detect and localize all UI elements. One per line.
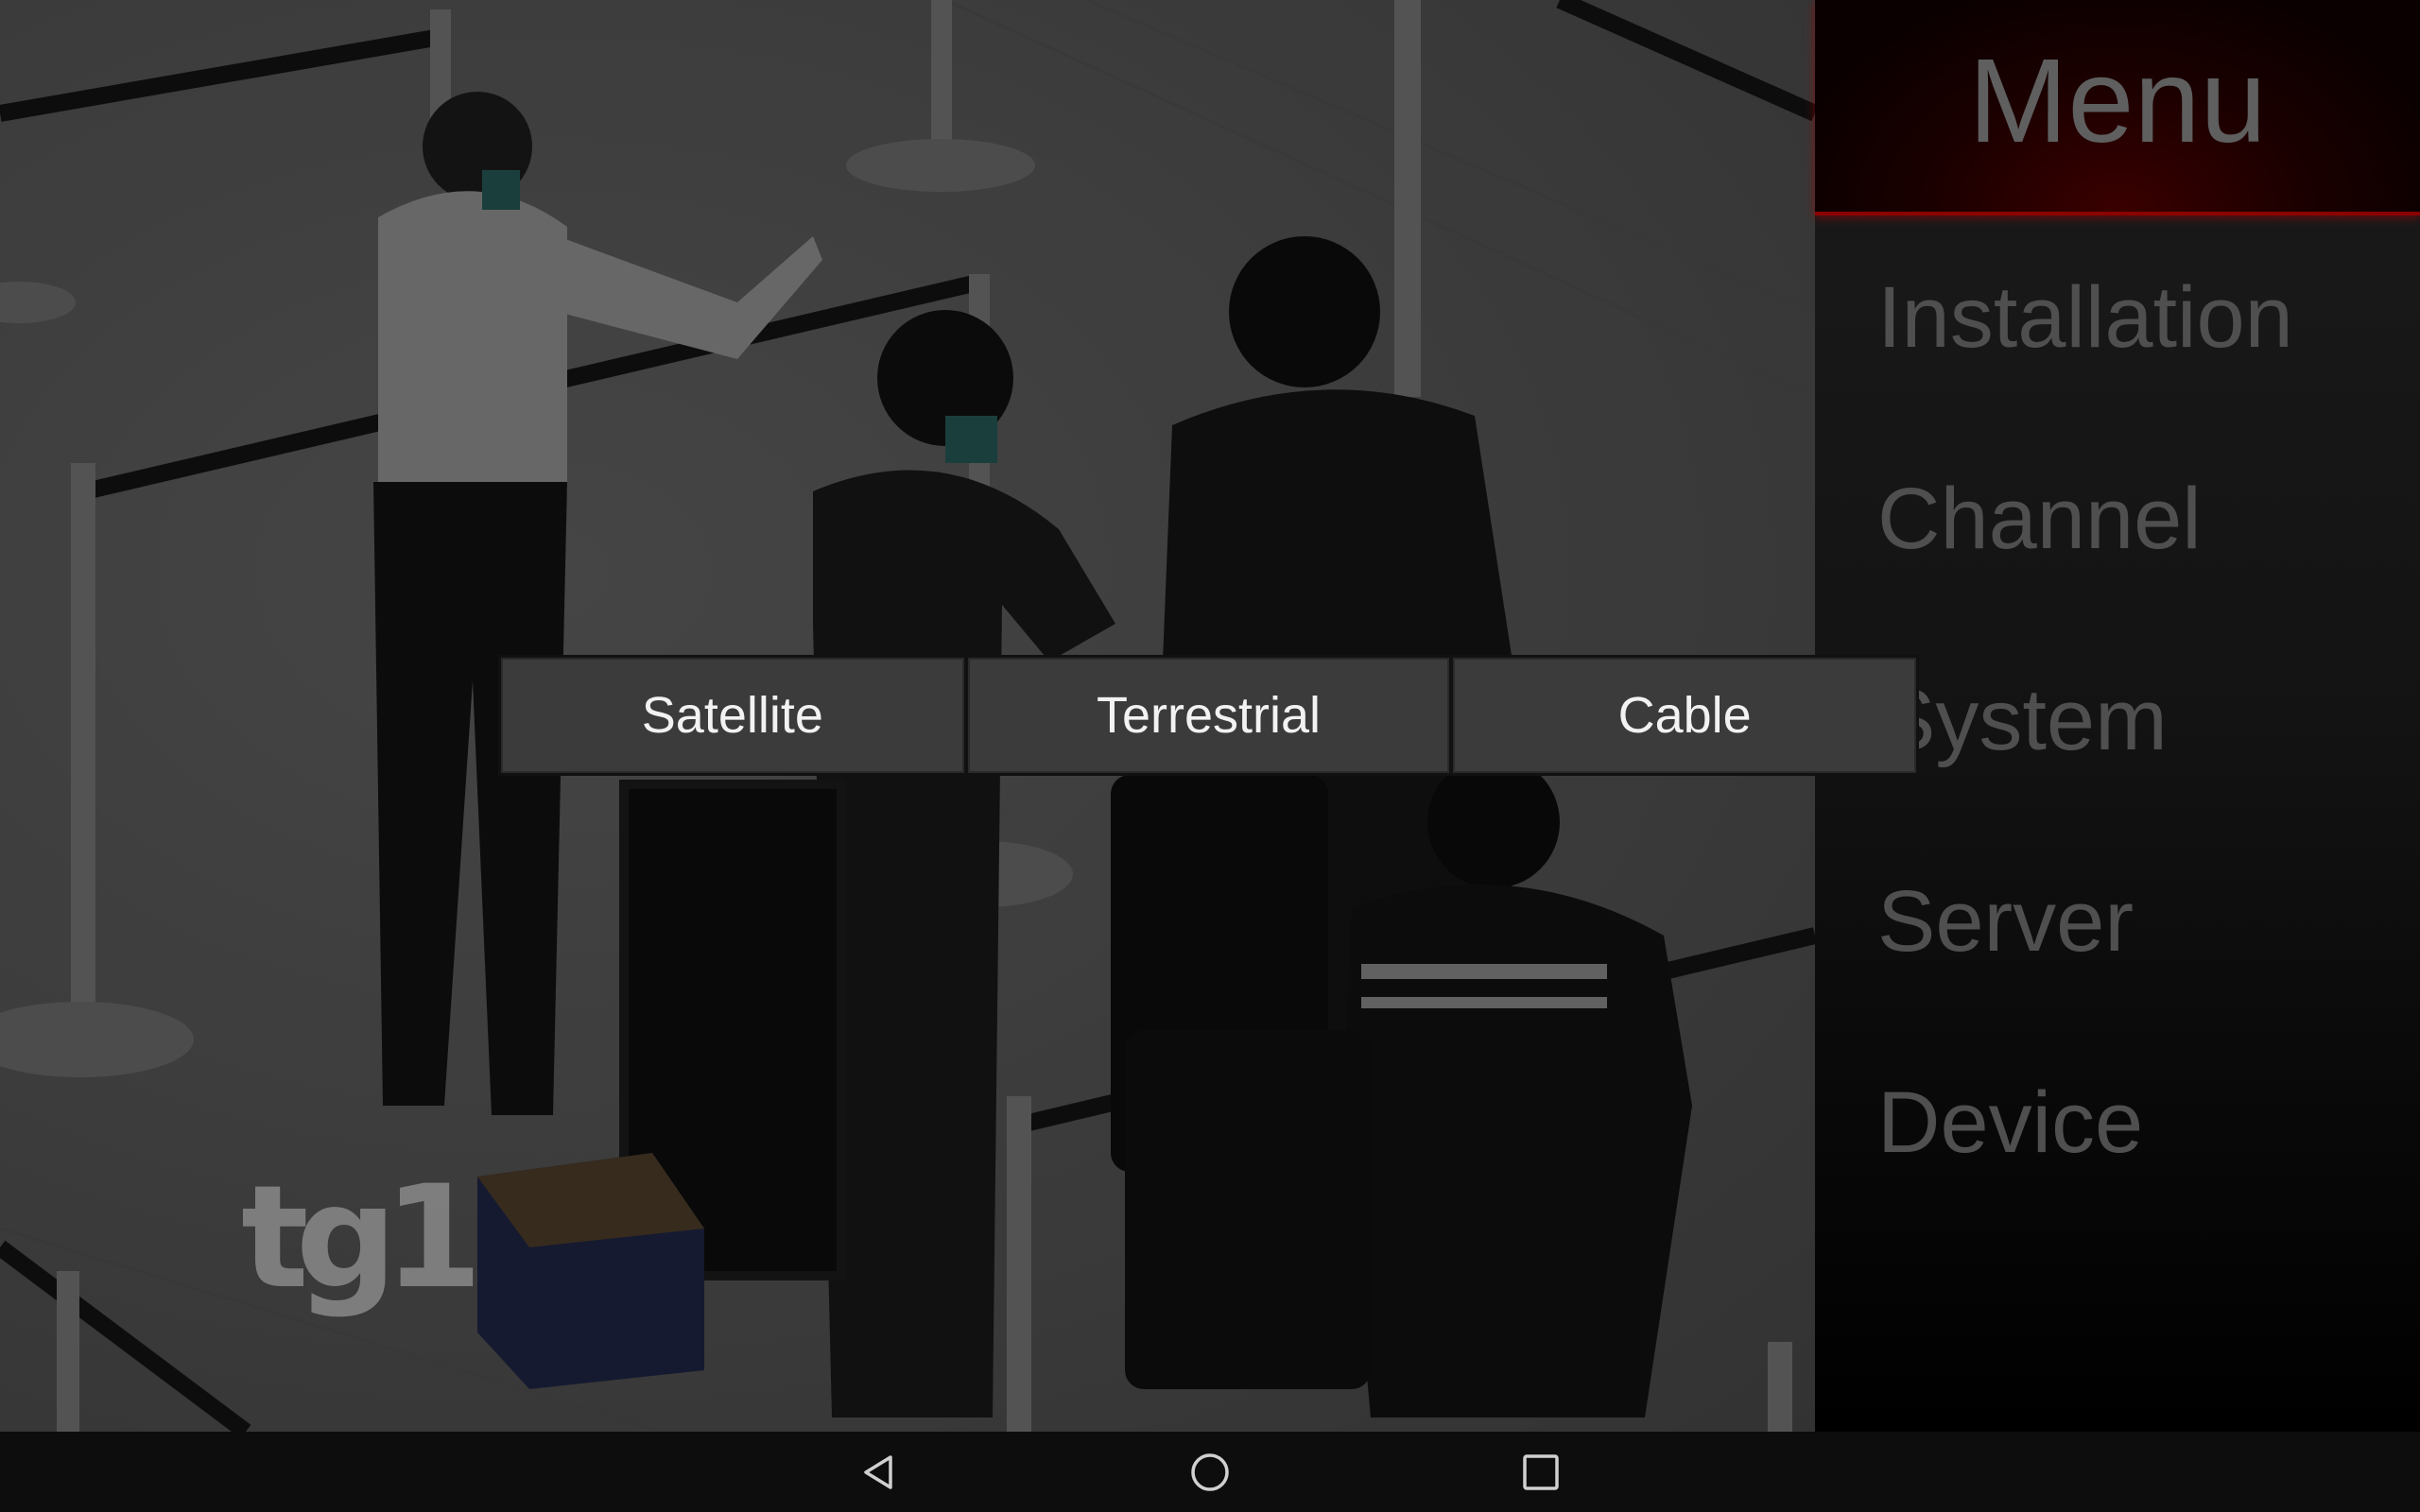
home-icon xyxy=(1191,1452,1229,1491)
menu-item-channel[interactable]: Channel xyxy=(1877,475,2407,562)
cable-button[interactable]: Cable xyxy=(1453,658,1916,773)
menu-item-server[interactable]: Server xyxy=(1877,878,2407,965)
recents-icon xyxy=(1523,1453,1559,1490)
signal-source-selector: Satellite Terrestrial Cable xyxy=(498,655,1919,776)
back-icon xyxy=(864,1454,892,1489)
satellite-button[interactable]: Satellite xyxy=(501,658,964,773)
channel-logo: tg1 xyxy=(241,1156,482,1320)
menu-item-installation[interactable]: Installation xyxy=(1877,274,2407,361)
back-button[interactable] xyxy=(837,1432,922,1512)
menu-item-system[interactable]: System xyxy=(1877,677,2407,764)
menu-item-device[interactable]: Device xyxy=(1877,1079,2407,1166)
menu-title: Menu xyxy=(1968,34,2267,167)
recents-button[interactable] xyxy=(1498,1432,1583,1512)
home-button[interactable] xyxy=(1167,1432,1253,1512)
tv-screen: tg1 Menu Installation Channel System Ser… xyxy=(0,0,2420,1512)
terrestrial-button[interactable]: Terrestrial xyxy=(967,658,1450,773)
navigation-bar xyxy=(0,1432,2420,1512)
menu-header: Menu xyxy=(1815,0,2420,215)
